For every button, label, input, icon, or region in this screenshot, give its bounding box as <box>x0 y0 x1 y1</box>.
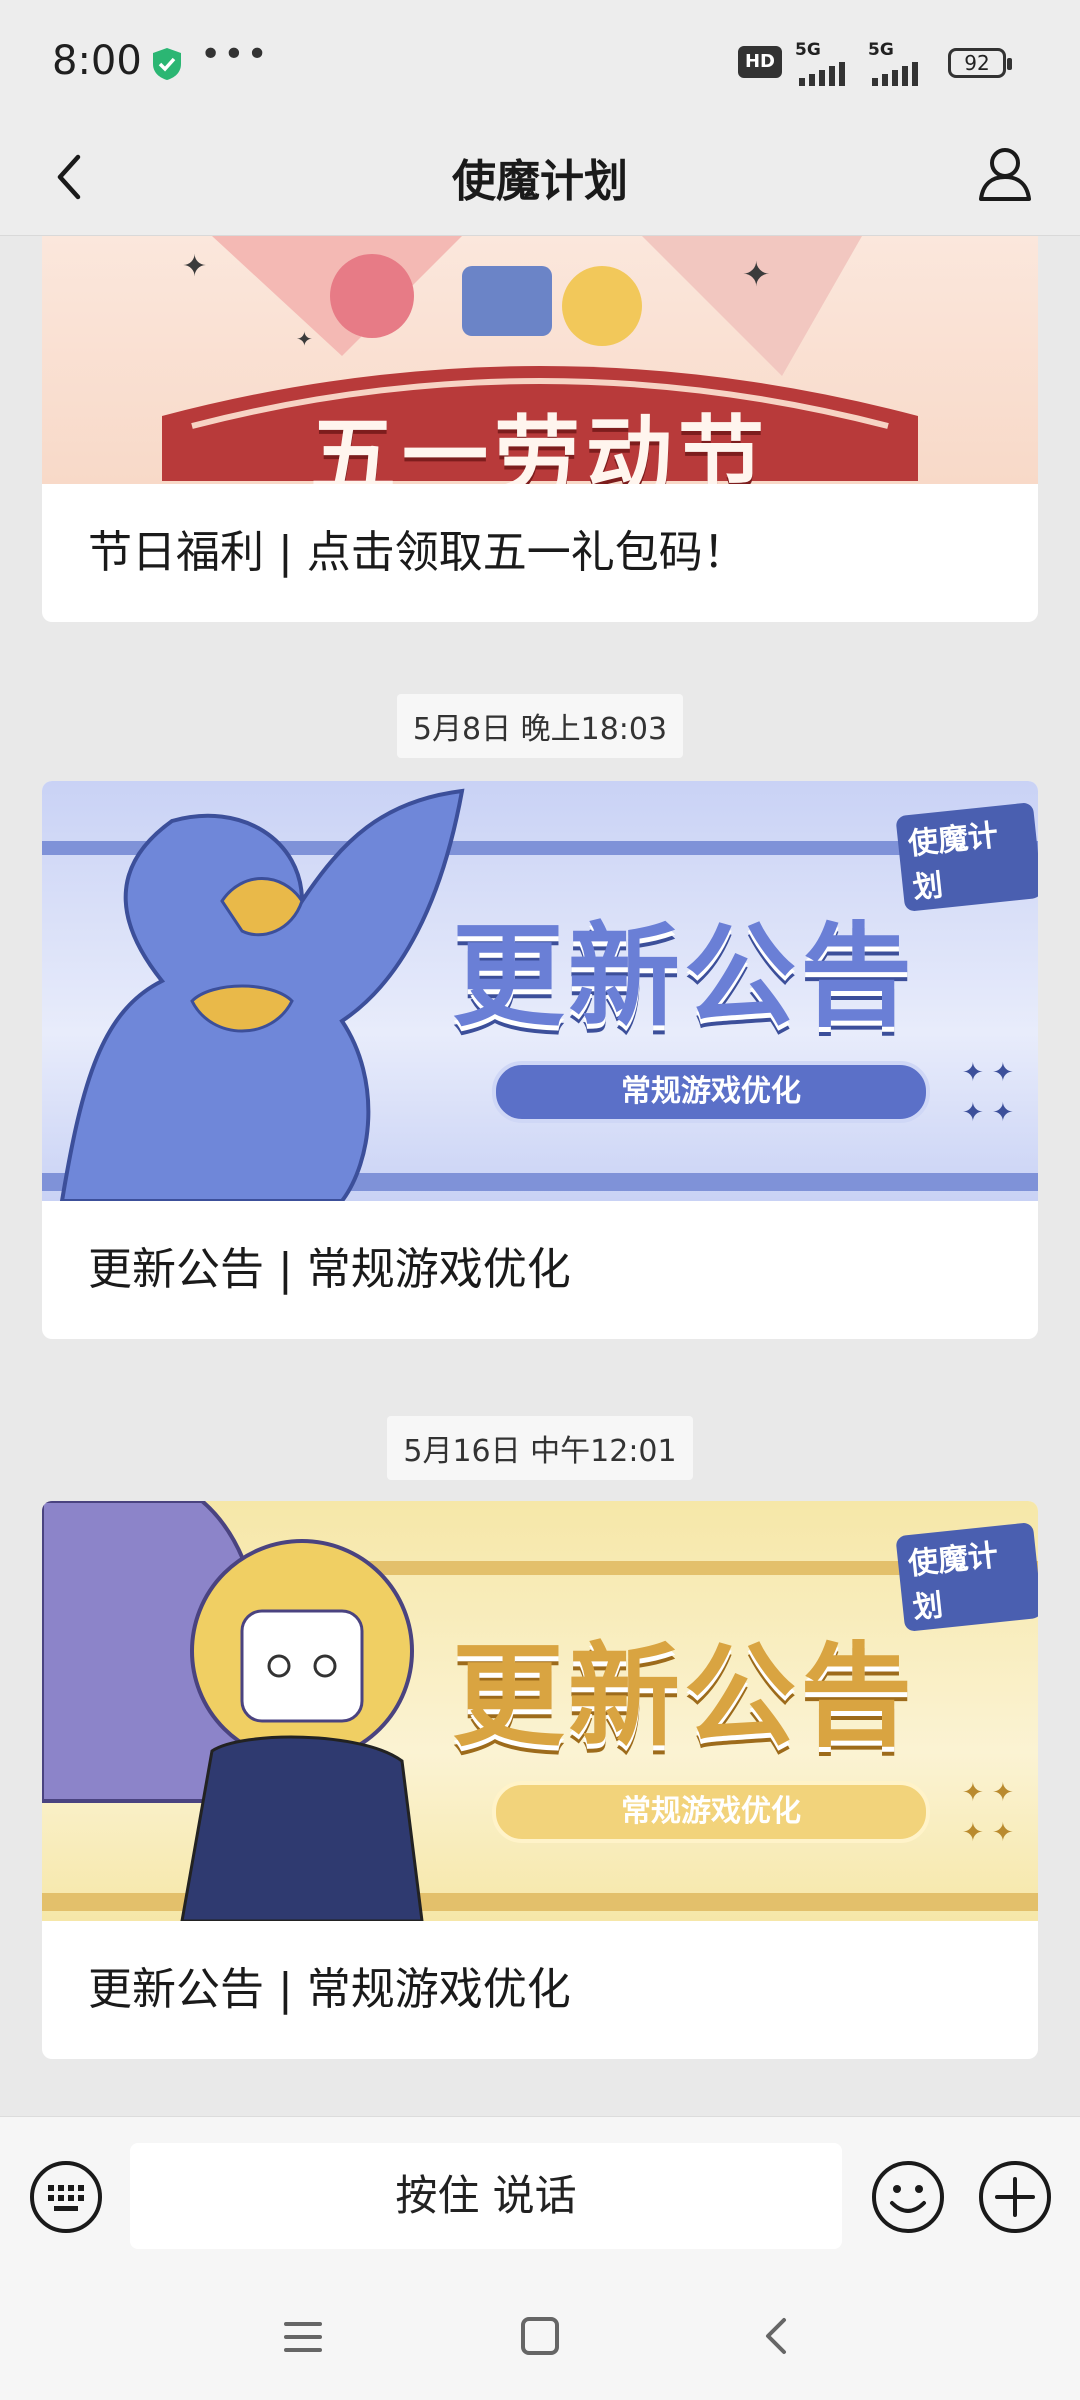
profile-icon[interactable] <box>975 143 1035 203</box>
timestamp-text: 5月16日 中午12:01 <box>387 1416 693 1480</box>
article-banner-image: ✦ ✦ ✦ ✦ 使魔计划 更新公告 常规游戏优化 <box>42 781 1038 1201</box>
network-label-2: 5G <box>868 40 894 60</box>
keyboard-icon[interactable] <box>28 2159 104 2235</box>
article-card[interactable]: ✦ ✦ ✦ ✦ 使魔计划 更新公告 常规游戏优化 更新公告 | 常规游戏优化 <box>42 1501 1038 2059</box>
svg-text:✦ ✦: ✦ ✦ <box>962 1098 1014 1128</box>
banner-subtitle: 常规游戏优化 <box>492 1061 930 1123</box>
system-navigation-bar <box>0 2276 1080 2400</box>
chat-header: 使魔计划 <box>0 125 1080 236</box>
banner-heading: 更新公告 <box>452 1632 916 1762</box>
input-bar: 按住 说话 <box>0 2116 1080 2277</box>
svg-text:✦: ✦ <box>182 249 207 284</box>
signal-bars-icon <box>799 62 845 86</box>
home-icon[interactable] <box>518 2314 562 2358</box>
article-card[interactable]: ✦ ✦ ✦ ✦ 使魔计划 更新公告 常规游戏优化 更新公告 | 常规游戏优化 <box>42 781 1038 1339</box>
page-title: 使魔计划 <box>452 156 628 207</box>
svg-text:✦ ✦: ✦ ✦ <box>962 1818 1014 1848</box>
article-title[interactable]: 节日福利 | 点击领取五一礼包码！ <box>42 484 1038 622</box>
system-back-icon[interactable] <box>756 2314 796 2358</box>
article-card[interactable]: ✦ ✦ ✦ 五一劳动节 节日福利 | 点击领取五一礼包码！ <box>42 236 1038 622</box>
signal-bars-icon <box>872 62 918 86</box>
message-timestamp: 5月16日 中午12:01 <box>0 1416 1080 1480</box>
svg-text:✦: ✦ <box>296 327 313 351</box>
more-dots-icon: ••• <box>200 34 270 75</box>
banner-subtitle: 常规游戏优化 <box>492 1781 930 1843</box>
hd-badge: HD <box>738 46 782 78</box>
emoji-icon[interactable] <box>870 2159 946 2235</box>
menu-icon[interactable] <box>282 2316 324 2358</box>
message-feed[interactable]: ✦ ✦ ✦ 五一劳动节 节日福利 | 点击领取五一礼包码！ 5月8日 晚上18:… <box>0 236 1080 2116</box>
plus-icon[interactable] <box>977 2159 1053 2235</box>
game-logo: 使魔计划 <box>895 1522 1038 1632</box>
article-title[interactable]: 更新公告 | 常规游戏优化 <box>42 1921 1038 2059</box>
game-logo: 使魔计划 <box>895 802 1038 912</box>
article-banner-image: ✦ ✦ ✦ 五一劳动节 <box>42 236 1038 484</box>
message-timestamp: 5月8日 晚上18:03 <box>0 694 1080 758</box>
timestamp-text: 5月8日 晚上18:03 <box>396 694 684 758</box>
signal-2: 5G <box>868 40 930 92</box>
article-title[interactable]: 更新公告 | 常规游戏优化 <box>42 1201 1038 1339</box>
battery-icon: 92 <box>948 48 1012 78</box>
status-bar: 8:00 ••• HD 5G 5G 92 <box>0 0 1080 125</box>
svg-text:✦: ✦ <box>742 255 771 295</box>
banner-heading: 更新公告 <box>452 912 916 1042</box>
network-label-1: 5G <box>795 40 821 60</box>
hold-to-talk-button[interactable]: 按住 说话 <box>130 2143 842 2249</box>
article-banner-image: ✦ ✦ ✦ ✦ 使魔计划 更新公告 常规游戏优化 <box>42 1501 1038 1921</box>
status-time: 8:00 <box>52 38 142 84</box>
banner-heading: 五一劳动节 <box>310 407 770 484</box>
signal-1: 5G <box>795 40 857 92</box>
svg-text:✦ ✦: ✦ ✦ <box>962 1058 1014 1088</box>
shield-icon <box>153 48 181 80</box>
svg-text:✦ ✦: ✦ ✦ <box>962 1778 1014 1808</box>
